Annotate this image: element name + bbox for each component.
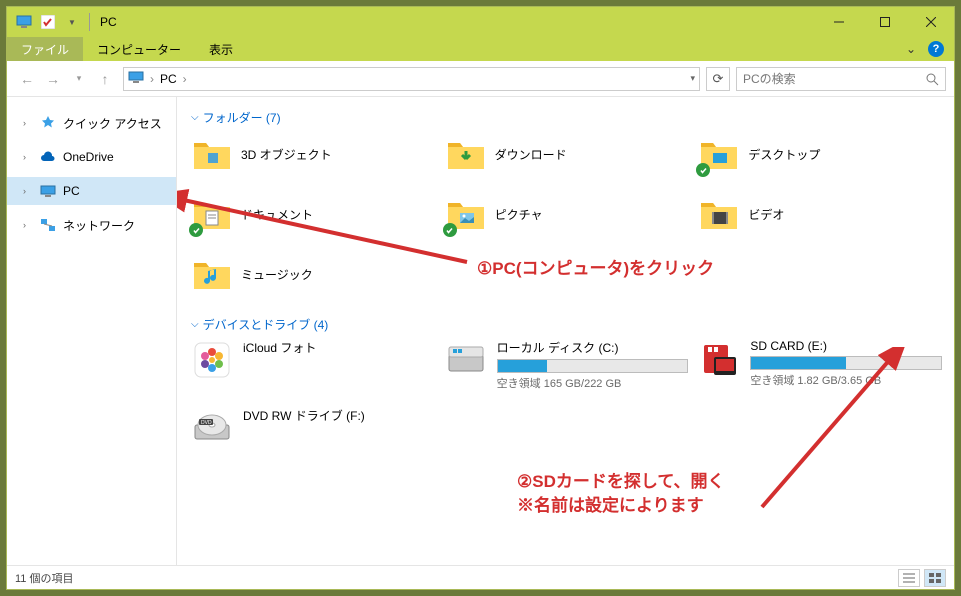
view-details-button[interactable] — [898, 569, 920, 587]
maximize-button[interactable] — [862, 7, 908, 37]
dvd-icon: DVD — [191, 407, 233, 449]
chevron-right-icon: › — [23, 118, 33, 128]
window-title: PC — [100, 15, 117, 29]
sidebar-item-label: PC — [63, 184, 80, 198]
search-placeholder: PCの検索 — [743, 70, 796, 87]
drive-sdcard-e[interactable]: SD CARD (E:) 空き領域 1.82 GB/3.65 GB — [698, 339, 942, 391]
sdcard-icon — [698, 339, 740, 381]
disk-icon — [445, 339, 487, 381]
folder-documents[interactable]: ドキュメント — [191, 192, 435, 236]
folder-music[interactable]: ミュージック — [191, 252, 435, 296]
close-button[interactable] — [908, 7, 954, 37]
sidebar-item-label: ネットワーク — [63, 217, 135, 234]
chevron-down-icon: ⌵ — [191, 112, 199, 123]
forward-button[interactable]: → — [41, 67, 65, 91]
content-pane: ⌵ フォルダー (7) 3D オブジェクト ダウンロード デスクトップ — [177, 97, 954, 565]
folder-desktop[interactable]: デスクトップ — [698, 132, 942, 176]
folder-icon — [445, 193, 487, 235]
pc-icon — [13, 11, 35, 33]
address-bar-row: ← → ▾ ↑ › PC › ▾ ⟳ PCの検索 — [7, 61, 954, 97]
ribbon: ファイル コンピューター 表示 ⌄ ? — [7, 37, 954, 61]
chevron-right-icon: › — [23, 186, 33, 196]
drive-dvd-f[interactable]: DVD DVD RW ドライブ (F:) — [191, 407, 435, 449]
group-folders-header[interactable]: ⌵ フォルダー (7) — [177, 101, 942, 132]
folder-videos[interactable]: ビデオ — [698, 192, 942, 236]
annotation-2a: ②SDカードを探して、開く — [517, 467, 725, 492]
breadcrumb-pc[interactable]: PC — [160, 72, 177, 86]
sidebar-item-network[interactable]: › ネットワーク — [7, 211, 176, 239]
statusbar: 11 個の項目 — [7, 565, 954, 589]
back-button[interactable]: ← — [15, 67, 39, 91]
search-icon — [925, 72, 939, 86]
address-bar[interactable]: › PC › ▾ — [123, 67, 700, 91]
up-button[interactable]: ↑ — [93, 67, 117, 91]
star-icon — [39, 114, 57, 132]
sidebar: › クイック アクセス › OneDrive › PC › ネットワーク — [7, 97, 177, 565]
status-item-count: 11 個の項目 — [15, 570, 73, 586]
explorer-window: ▼ PC ファイル コンピューター 表示 ⌄ ? ← → ▾ ↑ — [6, 6, 955, 590]
drive-local-c[interactable]: ローカル ディスク (C:) 空き領域 165 GB/222 GB — [445, 339, 689, 391]
chevron-down-icon[interactable]: ▾ — [690, 73, 695, 84]
sync-check-icon — [189, 223, 203, 237]
sidebar-item-quickaccess[interactable]: › クイック アクセス — [7, 109, 176, 137]
sidebar-item-label: OneDrive — [63, 150, 114, 164]
chevron-down-icon: ⌵ — [191, 319, 199, 330]
capacity-bar — [497, 359, 689, 373]
save-icon[interactable] — [37, 11, 59, 33]
separator — [89, 13, 90, 31]
folder-icon — [698, 193, 740, 235]
pc-icon — [128, 71, 144, 87]
folder-downloads[interactable]: ダウンロード — [445, 132, 689, 176]
dropdown-icon[interactable]: ▼ — [61, 11, 83, 33]
sidebar-item-label: クイック アクセス — [63, 115, 162, 132]
view-icons-button[interactable] — [924, 569, 946, 587]
breadcrumb-sep: › — [183, 72, 187, 86]
chevron-right-icon: › — [23, 152, 33, 162]
tab-computer[interactable]: コンピューター — [83, 37, 195, 61]
search-input[interactable]: PCの検索 — [736, 67, 946, 91]
folder-icon — [191, 193, 233, 235]
sync-check-icon — [696, 163, 710, 177]
sidebar-item-onedrive[interactable]: › OneDrive — [7, 143, 176, 171]
chevron-right-icon: › — [23, 220, 33, 230]
group-drives-header[interactable]: ⌵ デバイスとドライブ (4) — [177, 308, 942, 339]
help-icon[interactable]: ? — [928, 41, 944, 57]
sidebar-item-pc[interactable]: › PC — [7, 177, 176, 205]
tab-file[interactable]: ファイル — [7, 37, 83, 61]
titlebar: ▼ PC — [7, 7, 954, 37]
tab-view[interactable]: 表示 — [195, 37, 247, 61]
svg-text:DVD: DVD — [201, 420, 212, 426]
refresh-button[interactable]: ⟳ — [706, 67, 730, 91]
breadcrumb-sep: › — [150, 72, 154, 86]
photos-icon — [191, 339, 233, 381]
minimize-button[interactable] — [816, 7, 862, 37]
network-icon — [39, 216, 57, 234]
folder-icon — [191, 133, 233, 175]
folder-icon — [698, 133, 740, 175]
folder-3dobjects[interactable]: 3D オブジェクト — [191, 132, 435, 176]
recent-dropdown[interactable]: ▾ — [67, 67, 91, 91]
folder-pictures[interactable]: ピクチャ — [445, 192, 689, 236]
sync-check-icon — [443, 223, 457, 237]
annotation-2b: ※名前は設定によります — [517, 491, 704, 516]
capacity-bar — [750, 356, 942, 370]
chevron-down-icon[interactable]: ⌄ — [906, 42, 916, 56]
pc-icon — [39, 182, 57, 200]
cloud-icon — [39, 148, 57, 166]
folder-icon — [191, 253, 233, 295]
folder-icon — [445, 133, 487, 175]
drive-icloud[interactable]: iCloud フォト — [191, 339, 435, 391]
